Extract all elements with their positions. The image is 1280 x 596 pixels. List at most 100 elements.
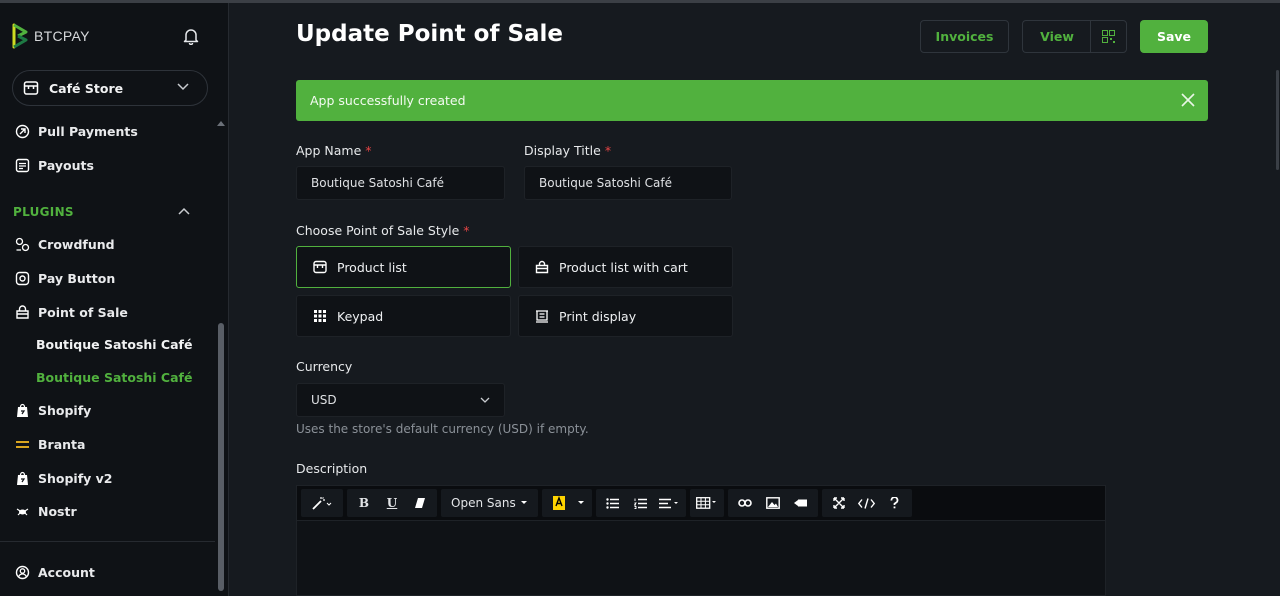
btcpay-logo-icon	[12, 23, 28, 49]
sidebar-item-label: Pull Payments	[38, 123, 138, 139]
style-option-label: Product list with cart	[559, 259, 688, 275]
qr-code-icon	[1102, 30, 1115, 43]
sidebar-item-label: Account	[38, 564, 95, 580]
sidebar-item-label: Pay Button	[38, 270, 116, 286]
store-icon	[313, 260, 327, 274]
sidebar-scrollbar[interactable]	[218, 323, 224, 591]
currency-select[interactable]: USD	[296, 383, 505, 417]
success-alert: App successfully created	[296, 80, 1208, 121]
align-left-icon	[658, 498, 678, 508]
description-editor[interactable]	[296, 521, 1106, 596]
style-option-product-list[interactable]: Product list	[296, 246, 511, 288]
chevron-up-icon[interactable]	[178, 207, 190, 215]
chevron-down-icon	[177, 83, 189, 91]
sidebar-divider	[0, 541, 215, 542]
help-button[interactable]	[882, 490, 908, 516]
print-display-icon	[536, 310, 548, 323]
display-title-input[interactable]: Boutique Satoshi Café	[524, 166, 732, 200]
picture-button[interactable]	[760, 490, 786, 516]
text-color-button[interactable]	[546, 490, 572, 516]
sidebar-item-label: Branta	[38, 436, 86, 452]
view-button[interactable]: View	[1022, 20, 1091, 53]
sidebar-item-pull-payments[interactable]: Pull Payments	[14, 121, 138, 141]
close-icon[interactable]	[1180, 92, 1196, 108]
currency-value: USD	[311, 393, 337, 407]
color-dropdown-button[interactable]	[574, 490, 588, 516]
link-button[interactable]	[732, 490, 758, 516]
account-icon	[14, 564, 30, 580]
style-option-print-display[interactable]: Print display	[518, 295, 733, 337]
page-scrollbar[interactable]	[1276, 70, 1279, 170]
sidebar-item-crowdfund[interactable]: Crowdfund	[14, 234, 115, 254]
caret-down-icon	[520, 501, 527, 504]
toolbar-group-insert	[727, 489, 818, 517]
video-button[interactable]	[788, 490, 814, 516]
style-option-keypad[interactable]: Keypad	[296, 295, 511, 337]
description-label: Description	[296, 461, 368, 476]
save-button[interactable]: Save	[1140, 20, 1208, 53]
font-family-dropdown[interactable]: Open Sans	[445, 490, 534, 516]
sidebar-item-label: Payouts	[38, 157, 94, 173]
help-icon	[890, 497, 899, 509]
link-icon	[737, 499, 752, 507]
toolbar-group-view	[821, 489, 912, 517]
qr-code-button[interactable]	[1090, 20, 1127, 53]
sidebar-item-label: Crowdfund	[38, 236, 115, 252]
font-family-label: Open Sans	[451, 496, 516, 510]
code-view-button[interactable]	[854, 490, 880, 516]
store-selector[interactable]: Café Store	[12, 70, 208, 106]
sidebar-subitem-pos-app[interactable]: Boutique Satoshi Café	[36, 337, 192, 352]
style-option-product-list-cart[interactable]: Product list with cart	[518, 246, 733, 288]
brand-logo[interactable]: BTCPAY	[12, 23, 90, 49]
sidebar-item-nostr[interactable]: Nostr	[14, 501, 77, 521]
underline-button[interactable]: U	[379, 490, 405, 516]
sidebar-item-pay-button[interactable]: Pay Button	[14, 268, 115, 288]
sidebar-item-shopify[interactable]: Shopify	[14, 400, 91, 420]
store-icon	[23, 81, 39, 95]
page-title: Update Point of Sale	[296, 21, 564, 47]
editor-toolbar: B U Open Sans	[296, 485, 1106, 521]
magic-wand-icon	[312, 497, 332, 510]
numbered-list-icon	[634, 498, 648, 509]
app-name-label: App Name *	[296, 143, 372, 158]
sidebar-item-shopify-v2[interactable]: Shopify v2	[14, 468, 113, 488]
nostr-icon	[14, 503, 30, 519]
sidebar-scroll-up-arrow[interactable]	[217, 121, 225, 126]
style-option-label: Keypad	[337, 308, 384, 324]
sidebar-item-point-of-sale[interactable]: Point of Sale	[14, 302, 128, 322]
image-icon	[765, 497, 780, 509]
currency-label: Currency	[296, 359, 353, 374]
clear-format-button[interactable]	[407, 490, 433, 516]
shopify-icon	[14, 470, 30, 486]
sidebar-item-label: Point of Sale	[38, 304, 128, 320]
notifications-bell-icon[interactable]	[182, 27, 200, 45]
sidebar-item-label: Nostr	[38, 503, 77, 519]
unordered-list-button[interactable]	[600, 490, 626, 516]
caret-down-icon	[577, 501, 584, 504]
pos-style-label: Choose Point of Sale Style *	[296, 223, 470, 238]
plugins-section-header[interactable]: PLUGINS	[13, 205, 74, 219]
pos-icon	[14, 304, 30, 320]
display-title-label: Display Title *	[524, 143, 612, 158]
pay-button-icon	[14, 270, 30, 286]
toolbar-group-color	[541, 489, 592, 517]
table-dropdown-button[interactable]	[694, 490, 720, 516]
shopify-icon	[14, 402, 30, 418]
alert-message: App successfully created	[310, 93, 466, 108]
code-icon	[858, 497, 876, 509]
paragraph-align-dropdown[interactable]	[656, 490, 682, 516]
sidebar-item-payouts[interactable]: Payouts	[14, 155, 94, 175]
invoices-button[interactable]: Invoices	[920, 20, 1009, 53]
app-name-input[interactable]: Boutique Satoshi Café	[296, 166, 505, 200]
keypad-icon	[314, 310, 326, 322]
currency-hint: Uses the store's default currency (USD) …	[296, 422, 589, 436]
sidebar-item-account[interactable]: Account	[14, 562, 95, 582]
ordered-list-button[interactable]	[628, 490, 654, 516]
fullscreen-button[interactable]	[826, 490, 852, 516]
bold-button[interactable]: B	[351, 490, 377, 516]
sidebar-item-branta[interactable]: Branta	[14, 434, 85, 454]
style-option-label: Print display	[559, 308, 637, 324]
store-selector-label: Café Store	[49, 80, 124, 96]
magic-style-button[interactable]	[305, 490, 339, 516]
sidebar-subitem-pos-app-active[interactable]: Boutique Satoshi Café	[36, 370, 192, 385]
